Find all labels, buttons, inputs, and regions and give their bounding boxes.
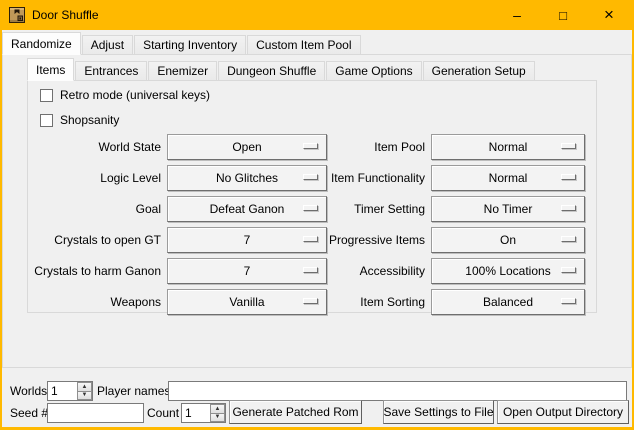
weapons-value: Vanilla	[229, 295, 264, 309]
tab-starting-inventory[interactable]: Starting Inventory	[134, 35, 246, 55]
accessibility-label: Accessibility	[327, 264, 425, 278]
worlds-spinner[interactable]: ▲ ▼	[47, 381, 93, 401]
item-functionality-value: Normal	[489, 171, 528, 185]
crystals-ganon-label: Crystals to harm Ganon	[28, 264, 161, 278]
logic-level-dropdown[interactable]: No Glitches	[167, 165, 327, 191]
door-icon	[9, 7, 25, 23]
worlds-spin-up-icon[interactable]: ▲	[77, 382, 92, 392]
subtab-entrances[interactable]: Entrances	[75, 61, 147, 81]
dropdown-indicator-icon	[561, 267, 576, 273]
world-state-dropdown[interactable]: Open	[167, 134, 327, 160]
player-names-label: Player names	[97, 384, 170, 398]
logic-level-value: No Glitches	[216, 171, 278, 185]
retro-mode-label: Retro mode (universal keys)	[60, 88, 210, 102]
option-row: Goal Defeat Ganon Timer Setting No Timer	[28, 196, 596, 222]
generate-patched-rom-button[interactable]: Generate Patched Rom	[229, 400, 362, 424]
subtab-items[interactable]: Items	[27, 58, 74, 81]
count-input[interactable]	[182, 404, 210, 422]
item-sorting-label: Item Sorting	[327, 295, 425, 309]
world-state-value: Open	[232, 140, 261, 154]
retro-mode-checkbox-icon[interactable]	[40, 89, 53, 102]
tab-custom-item-pool[interactable]: Custom Item Pool	[247, 35, 360, 55]
seed-input[interactable]	[47, 403, 144, 423]
tab-adjust[interactable]: Adjust	[82, 35, 133, 55]
logic-level-label: Logic Level	[28, 171, 161, 185]
close-button[interactable]: ×	[586, 0, 632, 30]
count-spin-down-icon[interactable]: ▼	[210, 414, 225, 423]
dropdown-indicator-icon	[303, 298, 318, 304]
dropdown-indicator-icon	[561, 174, 576, 180]
minimize-button[interactable]: –	[494, 0, 540, 30]
dropdown-indicator-icon	[561, 143, 576, 149]
progressive-items-value: On	[500, 233, 516, 247]
dropdown-indicator-icon	[561, 236, 576, 242]
crystals-gt-dropdown[interactable]: 7	[167, 227, 327, 253]
item-pool-dropdown[interactable]: Normal	[431, 134, 585, 160]
player-names-input[interactable]	[168, 381, 627, 401]
progressive-items-dropdown[interactable]: On	[431, 227, 585, 253]
count-label: Count	[147, 406, 179, 420]
checkbox-retro-mode[interactable]: Retro mode (universal keys)	[40, 88, 210, 102]
window-title: Door Shuffle	[32, 8, 99, 22]
main-tabs: Randomize Adjust Starting Inventory Cust…	[2, 32, 362, 55]
option-row: Logic Level No Glitches Item Functionali…	[28, 165, 596, 191]
progressive-items-label: Progressive Items	[327, 233, 425, 247]
option-row: World State Open Item Pool Normal	[28, 134, 596, 160]
item-sorting-dropdown[interactable]: Balanced	[431, 289, 585, 315]
goal-label: Goal	[28, 202, 161, 216]
timer-setting-label: Timer Setting	[327, 202, 425, 216]
subtab-game-options[interactable]: Game Options	[326, 61, 421, 81]
goal-value: Defeat Ganon	[210, 202, 285, 216]
timer-setting-value: No Timer	[484, 202, 533, 216]
dropdown-indicator-icon	[303, 174, 318, 180]
item-pool-value: Normal	[489, 140, 528, 154]
open-output-directory-button[interactable]: Open Output Directory	[497, 400, 629, 424]
crystals-ganon-dropdown[interactable]: 7	[167, 258, 327, 284]
dropdown-indicator-icon	[561, 298, 576, 304]
items-pane: Retro mode (universal keys) Shopsanity W…	[27, 80, 597, 313]
shopsanity-checkbox-icon[interactable]	[40, 114, 53, 127]
dropdown-indicator-icon	[303, 236, 318, 242]
option-row: Weapons Vanilla Item Sorting Balanced	[28, 289, 596, 315]
dropdown-indicator-icon	[303, 205, 318, 211]
dropdown-indicator-icon	[303, 267, 318, 273]
window-controls: – □ ×	[494, 0, 632, 30]
item-pool-label: Item Pool	[327, 140, 425, 154]
save-settings-button[interactable]: Save Settings to File	[383, 400, 494, 424]
option-rows: World State Open Item Pool Normal Logic …	[28, 134, 596, 315]
world-state-label: World State	[28, 140, 161, 154]
subtab-dungeon-shuffle[interactable]: Dungeon Shuffle	[218, 61, 325, 81]
item-functionality-label: Item Functionality	[327, 171, 425, 185]
worlds-spin-down-icon[interactable]: ▼	[77, 392, 92, 401]
accessibility-dropdown[interactable]: 100% Locations	[431, 258, 585, 284]
worlds-label: Worlds	[10, 384, 47, 398]
crystals-ganon-value: 7	[244, 264, 251, 278]
count-spinner[interactable]: ▲ ▼	[181, 403, 226, 423]
tab-randomize[interactable]: Randomize	[2, 32, 81, 55]
crystals-gt-value: 7	[244, 233, 251, 247]
titlebar[interactable]: Door Shuffle – □ ×	[2, 0, 632, 30]
sub-tabs: Items Entrances Enemizer Dungeon Shuffle…	[27, 58, 536, 81]
item-sorting-value: Balanced	[483, 295, 533, 309]
maximize-button[interactable]: □	[540, 0, 586, 30]
weapons-label: Weapons	[28, 295, 161, 309]
worlds-input[interactable]	[48, 382, 77, 400]
option-row: Crystals to harm Ganon 7 Accessibility 1…	[28, 258, 596, 284]
goal-dropdown[interactable]: Defeat Ganon	[167, 196, 327, 222]
dropdown-indicator-icon	[561, 205, 576, 211]
subtab-generation-setup[interactable]: Generation Setup	[423, 61, 535, 81]
subtab-enemizer[interactable]: Enemizer	[148, 61, 217, 81]
seed-label: Seed #	[10, 406, 48, 420]
accessibility-value: 100% Locations	[465, 264, 550, 278]
shopsanity-label: Shopsanity	[60, 113, 119, 127]
option-row: Crystals to open GT 7 Progressive Items …	[28, 227, 596, 253]
weapons-dropdown[interactable]: Vanilla	[167, 289, 327, 315]
item-functionality-dropdown[interactable]: Normal	[431, 165, 585, 191]
count-spin-up-icon[interactable]: ▲	[210, 404, 225, 414]
timer-setting-dropdown[interactable]: No Timer	[431, 196, 585, 222]
dropdown-indicator-icon	[303, 143, 318, 149]
checkbox-shopsanity[interactable]: Shopsanity	[40, 113, 119, 127]
crystals-gt-label: Crystals to open GT	[28, 233, 161, 247]
door-shuffle-window: Door Shuffle – □ × Randomize Adjust Star…	[0, 0, 634, 430]
